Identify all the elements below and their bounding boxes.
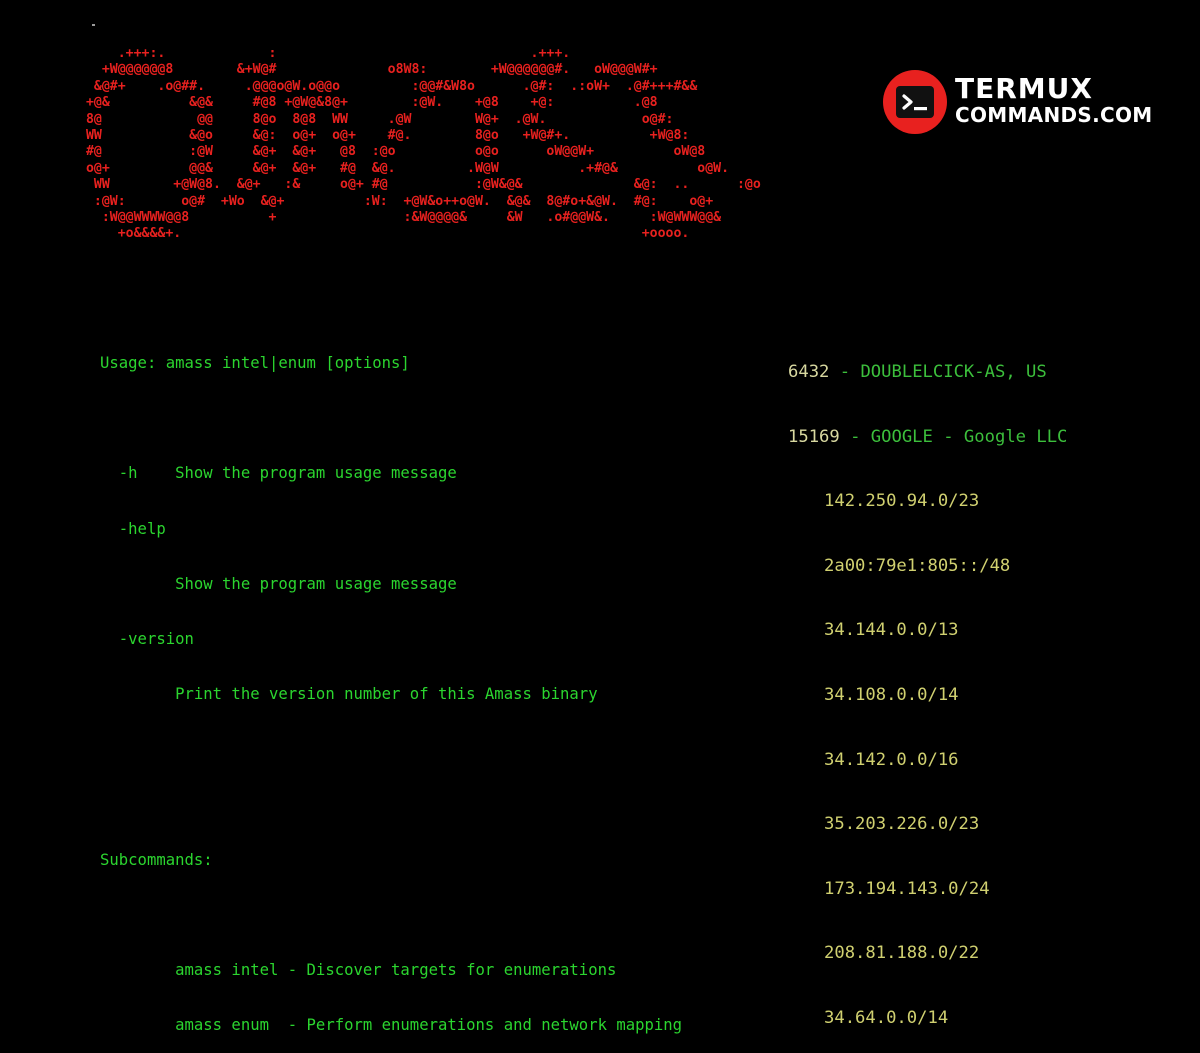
subcommand-enum: amass enum - Perform enumerations and ne…: [100, 1016, 683, 1035]
cidr-range: 34.108.0.0/14: [824, 684, 959, 705]
asn-number: 6432: [788, 362, 830, 382]
corner-speck: [92, 24, 95, 26]
cidr-range: 35.203.226.0/23: [824, 814, 980, 835]
option-version-description: Print the version number of this Amass b…: [100, 685, 598, 704]
option-h: -h Show the program usage message: [100, 464, 457, 483]
asn-entry: 6432 - DOUBLELCICK-AS, US: [788, 360, 1067, 385]
cidr-range: 34.142.0.0/16: [824, 749, 959, 770]
subcommands-heading: Subcommands:: [100, 850, 213, 869]
termux-commands-logo: TERMUX COMMANDS.COM: [883, 70, 1153, 134]
amass-usage-output: Usage: amass intel|enum [options] -h Sho…: [100, 318, 682, 1053]
cidr-range: 34.144.0.0/13: [824, 620, 959, 641]
amass-ascii-banner: .+++:. : .+++. +W@@@@@@8 &+W@# o8W8: +W@…: [85, 46, 761, 242]
logo-line-termux: TERMUX: [955, 72, 1093, 105]
subcommand-intel: amass intel - Discover targets for enume…: [100, 961, 617, 980]
option-version: -version: [100, 629, 194, 648]
logo-wordmark: TERMUX COMMANDS.COM: [955, 72, 1153, 128]
usage-line: Usage: amass intel|enum [options]: [100, 354, 410, 372]
cidr-range: 142.250.94.0/23: [824, 491, 980, 512]
asn-name: - DOUBLELCICK-AS, US: [829, 362, 1047, 382]
logo-line-commands: COMMANDS.COM: [955, 103, 1153, 127]
terminal-prompt-icon: [883, 70, 947, 134]
option-help: -help: [100, 519, 166, 538]
cidr-range: 208.81.188.0/22: [824, 943, 980, 964]
cidr-range: 34.64.0.0/14: [824, 1007, 949, 1028]
asn-number: 15169: [788, 426, 840, 447]
cidr-range: 2a00:79e1:805::/48: [824, 555, 1011, 576]
asn-entry: 15169 - GOOGLE - Google LLC: [788, 425, 1067, 450]
asn-name: - GOOGLE - Google LLC: [839, 426, 1068, 447]
cidr-range: 173.194.143.0/24: [824, 878, 990, 899]
asn-output: 6432 - DOUBLELCICK-AS, US 15169 - GOOGLE…: [788, 320, 1067, 1051]
option-help-description: Show the program usage message: [100, 574, 457, 593]
